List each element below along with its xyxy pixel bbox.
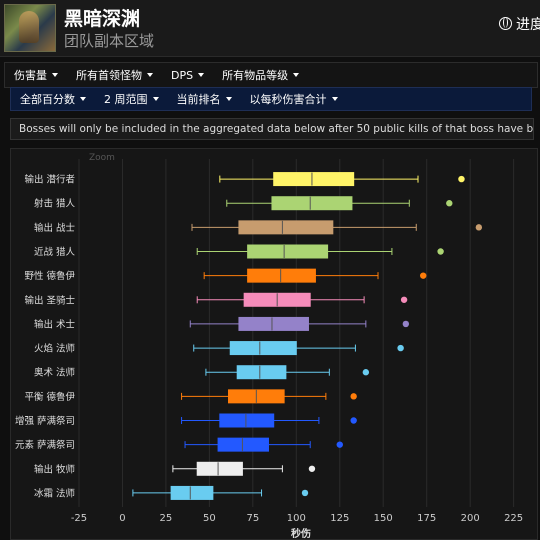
x-axis-title: 秒伤: [291, 527, 311, 539]
outlier-point[interactable]: [437, 248, 444, 255]
outlier-point[interactable]: [362, 369, 370, 376]
box[interactable]: [238, 220, 334, 235]
timeframe-dropdown[interactable]: 2 周范围: [95, 91, 168, 107]
x-tick-label: -25: [71, 513, 87, 524]
box[interactable]: [196, 461, 243, 476]
caret-down-icon: [293, 73, 300, 77]
box[interactable]: [217, 437, 269, 452]
outlier-point[interactable]: [446, 200, 453, 207]
category-label: 元素 萨满祭司: [15, 439, 75, 451]
x-tick-label: 75: [246, 513, 259, 524]
category-label: 增强 萨满祭司: [15, 415, 75, 427]
outlier-point[interactable]: [475, 224, 483, 231]
progress-label: 进度: [516, 17, 540, 33]
outlier-point[interactable]: [350, 417, 357, 424]
box[interactable]: [229, 341, 297, 356]
zoom-label[interactable]: Zoom: [89, 153, 115, 163]
header: 黑暗深渊 团队副本区域 进度: [0, 0, 540, 57]
box[interactable]: [247, 268, 316, 283]
category-label: 输出 术士: [34, 318, 76, 330]
globe-icon: [499, 17, 512, 30]
category-label: 输出 潜行者: [24, 174, 75, 186]
x-tick-label: 175: [417, 513, 436, 524]
metric-dropdown[interactable]: 伤害量: [5, 67, 67, 83]
category-label: 冰霜 法师: [34, 487, 75, 499]
category-label: 输出 圣骑士: [24, 294, 75, 306]
x-tick-label: 200: [461, 513, 480, 524]
outlier-point[interactable]: [400, 296, 408, 303]
category-label: 火焰 法师: [34, 343, 75, 355]
outlier-point[interactable]: [336, 441, 343, 448]
box[interactable]: [236, 365, 287, 380]
category-label: 近战 猎人: [34, 246, 76, 258]
category-label: 输出 牧师: [34, 463, 75, 475]
x-tick-label: 0: [119, 513, 125, 524]
caret-down-icon: [80, 97, 86, 101]
x-tick-label: 100: [287, 513, 306, 524]
outlier-point[interactable]: [458, 175, 465, 183]
caret-down-icon: [52, 73, 58, 77]
boss-dropdown[interactable]: 所有首领怪物: [67, 67, 162, 83]
item-level-dropdown[interactable]: 所有物品等级: [213, 67, 308, 83]
percentile-dropdown[interactable]: 全部百分数: [11, 91, 95, 107]
notice-banner: Bosses will only be included in the aggr…: [10, 118, 534, 140]
outlier-point[interactable]: [308, 465, 316, 472]
x-tick-label: 25: [160, 513, 173, 524]
caret-down-icon: [331, 97, 338, 101]
outlier-point[interactable]: [420, 272, 427, 279]
box[interactable]: [273, 172, 355, 187]
caret-down-icon: [225, 97, 232, 101]
outlier-point[interactable]: [402, 320, 410, 328]
category-label: 奥术 法师: [34, 367, 75, 379]
aggregation-dropdown[interactable]: 以每秒伤害合计: [241, 91, 347, 107]
box[interactable]: [247, 244, 329, 259]
outlier-point[interactable]: [350, 393, 357, 400]
caret-down-icon: [198, 72, 205, 77]
category-label: 射击 猎人: [34, 198, 76, 210]
x-tick-label: 50: [203, 513, 216, 524]
category-label: 输出 战士: [34, 222, 76, 234]
page-subtitle: 团队副本区域: [64, 32, 155, 50]
filter-bar-primary: 伤害量 所有首领怪物 DPS 所有物品等级: [4, 62, 538, 88]
caret-down-icon: [147, 73, 153, 77]
box[interactable]: [170, 485, 214, 500]
boxplot-chart: Zoom -25 0 25 50 75 100 125 150 175 200 225 秒伤 输出 潜行者…: [15, 153, 523, 539]
x-tick-label: 225: [504, 513, 523, 524]
box[interactable]: [271, 196, 353, 211]
box[interactable]: [238, 316, 309, 331]
dps-dropdown[interactable]: DPS: [162, 69, 213, 82]
chart-panel: Zoom -25 0 25 50 75 100 125 150 175 200 225 秒伤 输出 潜行者…: [10, 148, 538, 540]
filter-bar-secondary: 全部百分数 2 周范围 当前排名 以每秒伤害合计: [10, 87, 532, 111]
x-tick-label: 125: [330, 513, 349, 524]
progress-link[interactable]: 进度: [499, 14, 540, 34]
box[interactable]: [219, 413, 275, 428]
category-label: 平衡 德鲁伊: [24, 391, 75, 403]
ranking-dropdown[interactable]: 当前排名: [168, 91, 241, 107]
caret-down-icon: [152, 97, 159, 101]
x-tick-label: 150: [374, 513, 393, 524]
category-label: 野性 德鲁伊: [24, 270, 75, 282]
outlier-point[interactable]: [397, 344, 404, 352]
zone-logo: [4, 4, 56, 52]
outlier-point[interactable]: [301, 489, 309, 497]
page-title: 黑暗深渊: [64, 8, 141, 30]
